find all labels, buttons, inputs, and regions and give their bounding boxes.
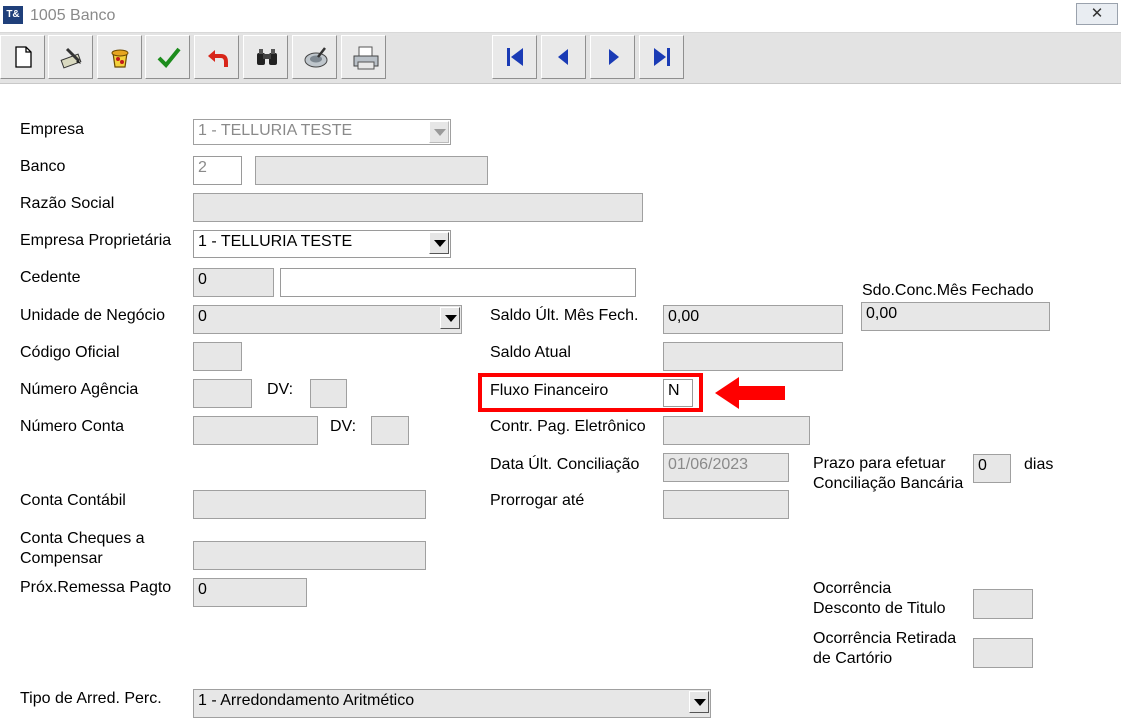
prazo-field[interactable]: 0 bbox=[973, 454, 1011, 483]
print-button[interactable] bbox=[341, 35, 386, 79]
saldo-atual-field[interactable] bbox=[663, 342, 843, 371]
empresa-value: 1 - TELLURIA TESTE bbox=[198, 122, 353, 139]
conta-contabil-field[interactable] bbox=[193, 490, 426, 519]
razao-social-label: Razão Social bbox=[20, 195, 115, 212]
saldo-ult-mes-label: Saldo Últ. Mês Fech. bbox=[490, 307, 639, 324]
ocorrencia-retirada-field[interactable] bbox=[973, 638, 1033, 668]
next-record-button[interactable] bbox=[590, 35, 635, 79]
cedente-extra-input[interactable] bbox=[280, 268, 636, 297]
numero-agencia-field[interactable] bbox=[193, 379, 252, 408]
chevron-down-icon[interactable] bbox=[689, 691, 709, 713]
conta-cheques-label: Conta Cheques a Compensar bbox=[20, 529, 145, 569]
next-record-icon bbox=[609, 49, 619, 65]
saldo-ult-mes-field[interactable]: 0,00 bbox=[663, 305, 843, 334]
numero-conta-label: Número Conta bbox=[20, 418, 125, 435]
first-record-button[interactable] bbox=[492, 35, 537, 79]
empresa-proprietaria-label: Empresa Proprietária bbox=[20, 232, 172, 249]
chevron-down-icon[interactable] bbox=[440, 307, 460, 329]
edit-button[interactable] bbox=[48, 35, 93, 79]
contr-pag-field[interactable] bbox=[663, 416, 810, 445]
banco-label: Banco bbox=[20, 158, 66, 175]
banco-name-field[interactable] bbox=[255, 156, 488, 185]
previous-record-icon bbox=[558, 49, 568, 65]
razao-social-field[interactable] bbox=[193, 193, 643, 222]
numero-conta-field[interactable] bbox=[193, 416, 318, 445]
tipo-arred-select[interactable]: 1 - Arredondamento Aritmético bbox=[193, 689, 711, 718]
cedente-label: Cedente bbox=[20, 269, 81, 286]
conta-dv-field[interactable] bbox=[371, 416, 409, 445]
red-arrow-annotation bbox=[715, 377, 785, 409]
edit-icon bbox=[60, 47, 82, 69]
empresa-proprietaria-value: 1 - TELLURIA TESTE bbox=[198, 233, 353, 250]
tipo-arred-label: Tipo de Arred. Perc. bbox=[20, 690, 162, 707]
confirm-check-icon bbox=[157, 47, 181, 68]
undo-icon bbox=[208, 50, 228, 67]
sdo-conc-label: Sdo.Conc.Mês Fechado bbox=[862, 282, 1034, 299]
prorrogar-label: Prorrogar até bbox=[490, 492, 585, 509]
unidade-negocio-value: 0 bbox=[198, 308, 207, 325]
prorrogar-field[interactable] bbox=[663, 490, 789, 519]
tipo-arred-value: 1 - Arredondamento Aritmético bbox=[198, 692, 415, 709]
prazo-label: Prazo para efetuar Conciliação Bancária bbox=[813, 454, 963, 494]
previous-record-button[interactable] bbox=[541, 35, 586, 79]
unidade-negocio-label: Unidade de Negócio bbox=[20, 307, 165, 324]
first-record-icon bbox=[507, 48, 523, 66]
ocorrencia-desconto-label: Ocorrência Desconto de Titulo bbox=[813, 579, 946, 619]
print-icon bbox=[353, 46, 379, 70]
empresa-label: Empresa bbox=[20, 121, 85, 138]
ocorrencia-desconto-label-line2: Desconto de Titulo bbox=[813, 600, 946, 617]
undo-button[interactable] bbox=[194, 35, 239, 79]
chevron-down-icon[interactable] bbox=[429, 232, 449, 254]
last-record-button[interactable] bbox=[639, 35, 684, 79]
window-title: 1005 Banco bbox=[30, 7, 116, 24]
agencia-dv-label: DV: bbox=[267, 381, 294, 398]
chevron-down-icon[interactable] bbox=[429, 121, 449, 143]
banco-code-input[interactable]: 2 bbox=[193, 156, 242, 185]
search-button[interactable] bbox=[243, 35, 288, 79]
search-binoculars-icon bbox=[257, 49, 277, 65]
last-record-icon bbox=[654, 48, 670, 66]
new-button[interactable] bbox=[0, 35, 45, 79]
highlight-box bbox=[478, 373, 703, 412]
sdo-conc-field[interactable]: 0,00 bbox=[861, 302, 1050, 331]
new-document-icon bbox=[15, 46, 32, 68]
close-button[interactable]: ✕ bbox=[1076, 3, 1118, 25]
ocorrencia-retirada-label-line1: Ocorrência Retirada bbox=[813, 630, 957, 647]
app-logo-icon: T& bbox=[3, 6, 23, 24]
empresa-proprietaria-select[interactable]: 1 - TELLURIA TESTE bbox=[193, 230, 451, 258]
filter-button[interactable] bbox=[292, 35, 337, 79]
conta-contabil-label: Conta Contábil bbox=[20, 492, 126, 509]
record-navigation bbox=[490, 33, 688, 83]
title-bar: T& 1005 Banco ✕ bbox=[0, 0, 1121, 33]
data-ult-conc-label: Data Últ. Conciliação bbox=[490, 456, 640, 473]
contr-pag-label: Contr. Pag. Eletrônico bbox=[490, 418, 646, 435]
conta-cheques-field[interactable] bbox=[193, 541, 426, 570]
empresa-select[interactable]: 1 - TELLURIA TESTE bbox=[193, 119, 451, 145]
ocorrencia-retirada-label-line2: de Cartório bbox=[813, 650, 893, 667]
data-ult-conc-field[interactable]: 01/06/2023 bbox=[663, 453, 789, 482]
prox-remessa-field[interactable]: 0 bbox=[193, 578, 307, 607]
ocorrencia-desconto-field[interactable] bbox=[973, 589, 1033, 619]
cedente-code-field[interactable]: 0 bbox=[193, 268, 274, 297]
confirm-button[interactable] bbox=[145, 35, 190, 79]
prox-remessa-label: Próx.Remessa Pagto bbox=[20, 579, 172, 596]
prazo-unit: dias bbox=[1024, 456, 1054, 473]
ocorrencia-desconto-label-line1: Ocorrência bbox=[813, 580, 892, 597]
numero-agencia-label: Número Agência bbox=[20, 381, 139, 398]
prazo-label-line1: Prazo para efetuar bbox=[813, 455, 946, 472]
conta-cheques-label-line2: Compensar bbox=[20, 550, 103, 567]
conta-cheques-label-line1: Conta Cheques a bbox=[20, 530, 145, 547]
agencia-dv-field[interactable] bbox=[310, 379, 347, 408]
unidade-negocio-select[interactable]: 0 bbox=[193, 305, 462, 334]
saldo-atual-label: Saldo Atual bbox=[490, 344, 571, 361]
prazo-label-line2: Conciliação Bancária bbox=[813, 475, 964, 492]
ocorrencia-retirada-label: Ocorrência Retirada de Cartório bbox=[813, 629, 956, 669]
conta-dv-label: DV: bbox=[330, 418, 357, 435]
filter-icon bbox=[304, 47, 328, 68]
delete-button[interactable] bbox=[97, 35, 142, 79]
delete-icon bbox=[111, 49, 129, 68]
codigo-oficial-field[interactable] bbox=[193, 342, 242, 371]
codigo-oficial-label: Código Oficial bbox=[20, 344, 120, 361]
